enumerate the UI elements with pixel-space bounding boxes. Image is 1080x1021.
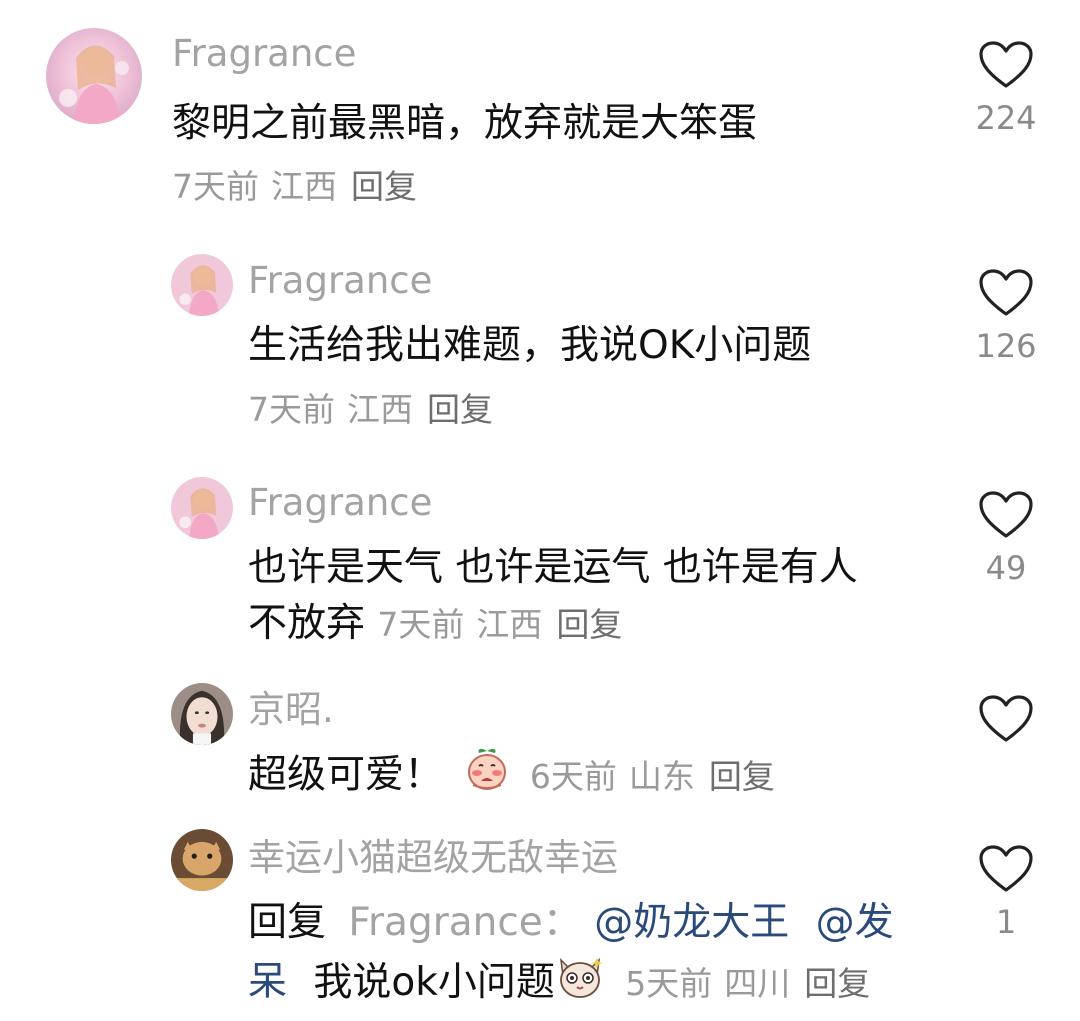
reply-to-username[interactable]: Fragrance： [348, 900, 581, 945]
reply-prefix: 回复 [248, 900, 327, 945]
comment-text: 超级可爱！ [248, 752, 444, 798]
comment-location: 江西 [476, 605, 543, 644]
comment-text: 我说ok小问题 [313, 959, 555, 1005]
comment-text-line-2: 不放弃 7天前 江西 回复 [248, 596, 622, 653]
comment-time: 7天前 [248, 390, 335, 429]
like-button[interactable]: 49 [960, 490, 1052, 588]
comment-text: 不放弃 [248, 601, 366, 646]
comment-text: 生活给我出难题，我说OK小问题 [248, 323, 812, 368]
comment-meta: 7天前 江西 回复 [377, 605, 622, 644]
comment-meta: 5天前 四川 回复 [625, 964, 870, 1003]
reply-button[interactable]: 回复 [556, 605, 622, 644]
mention-link[interactable]: @奶龙大王 [594, 900, 789, 945]
comment-time: 7天前 [172, 167, 259, 206]
like-button[interactable]: 1 [960, 844, 1052, 942]
avatar[interactable] [171, 254, 233, 316]
comment-text: 黎明之前最黑暗，放弃就是大笨蛋 [172, 101, 758, 146]
like-count: 224 [975, 99, 1037, 137]
like-button[interactable] [960, 694, 1052, 752]
like-count: 49 [985, 549, 1027, 587]
like-button[interactable]: 224 [960, 40, 1052, 138]
blushing-peach-emoji [463, 745, 511, 809]
reply-button[interactable]: 回复 [709, 757, 775, 796]
comment-meta: 6天前 山东 回复 [530, 757, 775, 796]
reply-button[interactable]: 回复 [804, 964, 870, 1003]
comment-meta: 7天前 江西 回复 [172, 165, 417, 209]
avatar[interactable] [46, 28, 142, 124]
comment-location: 山东 [628, 756, 695, 796]
heart-outline-icon [979, 845, 1033, 892]
username[interactable]: Fragrance [248, 479, 432, 527]
like-button[interactable]: 126 [960, 268, 1052, 366]
avatar[interactable] [171, 683, 233, 745]
comment-location: 江西 [347, 390, 413, 429]
mention-link[interactable]: 呆 [248, 960, 287, 1005]
heart-outline-icon [979, 41, 1033, 88]
reply-button[interactable]: 回复 [427, 390, 493, 429]
heart-outline-icon [979, 695, 1033, 742]
username[interactable]: Fragrance [248, 257, 432, 305]
avatar[interactable] [171, 477, 233, 539]
like-count: 1 [995, 903, 1017, 941]
username[interactable]: 幸运小猫超级无敌幸运 [248, 834, 708, 882]
comment-text-line: 超级可爱！ 6天前 山东 回复 [248, 745, 775, 809]
avatar[interactable] [171, 829, 233, 891]
username[interactable]: 京昭. [248, 686, 334, 734]
comment-time: 7天前 [377, 605, 465, 644]
comment-meta: 7天前 江西 回复 [248, 388, 493, 432]
comment-time: 5天前 [625, 963, 713, 1003]
heart-outline-icon [979, 491, 1033, 538]
comment-text-line-1: 也许是天气 也许是运气 也许是有人 [248, 545, 858, 590]
comment-location: 江西 [271, 167, 337, 206]
cat-face-emoji [555, 952, 605, 1016]
like-count: 126 [975, 327, 1037, 365]
comment-time: 6天前 [529, 756, 617, 796]
heart-outline-icon [979, 269, 1033, 316]
reply-button[interactable]: 回复 [351, 167, 417, 206]
comment-text-line-2: 呆 我说ok小问题 5天前 四川 回复 [248, 952, 870, 1016]
username[interactable]: Fragrance [172, 30, 356, 78]
comment-location: 四川 [724, 963, 791, 1003]
mention-link[interactable]: @发 [816, 900, 894, 945]
comment-text-line-1: 回复 Fragrance： @奶龙大王 @发 [248, 895, 894, 951]
